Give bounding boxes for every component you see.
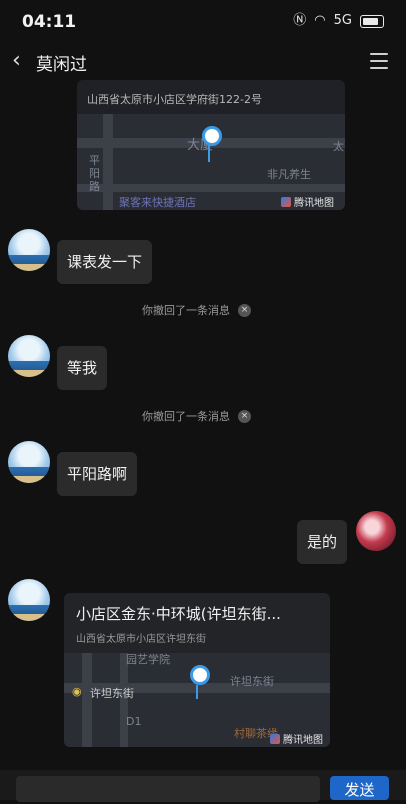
avatar[interactable]: [8, 335, 50, 377]
avatar[interactable]: [8, 229, 50, 271]
map-label: 许坦东街: [90, 687, 134, 700]
status-icons: Ⓝ ◠ 5G: [293, 14, 384, 28]
map-label: 太: [333, 140, 344, 153]
message-bubble[interactable]: 课表发一下: [57, 240, 153, 284]
map-logo: 腾讯地图: [281, 194, 334, 209]
map-preview: 大厦 平阳路 太 非凡养生 聚客来快捷酒店 腾讯地图: [77, 114, 345, 210]
location-title: 小店区金东·中环城(许坦东街...: [76, 605, 281, 623]
input-bar: 发送: [0, 770, 406, 802]
close-icon[interactable]: ×: [238, 409, 251, 423]
wifi-icon: ◠: [314, 13, 326, 28]
location-address: 山西省太原市小店区学府街122-2号: [87, 93, 262, 106]
location-pin-icon: [202, 126, 222, 146]
map-label: 聚客来快捷酒店: [119, 196, 196, 209]
send-button[interactable]: 发送: [330, 776, 389, 800]
message-bubble[interactable]: 平阳路啊: [57, 452, 138, 496]
back-icon[interactable]: ‹: [12, 48, 21, 73]
nfc-icon: Ⓝ: [293, 13, 307, 28]
menu-icon[interactable]: [370, 53, 388, 74]
map-label: ◉: [72, 685, 82, 698]
chat-title: 莫闲过: [36, 55, 87, 75]
location-card[interactable]: 山西省太原市小店区学府街122-2号 大厦 平阳路 太 非凡养生 聚客来快捷酒店…: [77, 80, 345, 210]
map-label: 许坦东街: [230, 675, 274, 688]
recall-notice: 你撤回了一条消息 ×: [142, 408, 251, 424]
battery-icon: [360, 14, 384, 28]
status-bar: 04:11 Ⓝ ◠ 5G: [0, 0, 406, 44]
avatar[interactable]: [8, 441, 50, 483]
map-preview: 园艺学院 ◉ 许坦东街 许坦东街 D1 村聊茶缘 腾讯地图: [64, 653, 330, 747]
message-input[interactable]: [16, 776, 320, 802]
status-time: 04:11: [22, 12, 77, 32]
location-pin-icon: [190, 665, 210, 685]
recall-notice: 你撤回了一条消息 ×: [142, 302, 251, 318]
map-logo: 腾讯地图: [270, 731, 323, 746]
close-icon[interactable]: ×: [238, 303, 251, 317]
chat-header: ‹ 莫闲过: [0, 44, 406, 80]
map-label: 园艺学院: [126, 653, 170, 666]
map-label: 平阳路: [89, 154, 100, 193]
signal-icon: 5G: [333, 13, 352, 28]
avatar[interactable]: [8, 579, 50, 621]
message-bubble[interactable]: 等我: [57, 346, 108, 390]
location-address: 山西省太原市小店区许坦东街: [76, 634, 206, 645]
map-label: D1: [126, 715, 142, 728]
location-card[interactable]: 小店区金东·中环城(许坦东街... 山西省太原市小店区许坦东街 园艺学院 ◉ 许…: [64, 593, 330, 747]
map-label: 非凡养生: [267, 168, 311, 181]
my-avatar[interactable]: [356, 511, 396, 551]
my-message-bubble[interactable]: 是的: [297, 520, 348, 564]
